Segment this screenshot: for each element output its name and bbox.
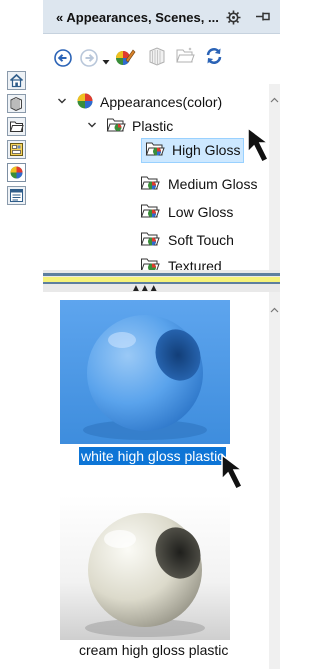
task-pane-title: « Appearances, Scenes, ...: [56, 10, 219, 25]
tree-node-plastic[interactable]: Plastic: [86, 115, 173, 137]
tree-scrollbar[interactable]: [269, 84, 280, 270]
gallery-item-label[interactable]: white high gloss plastic: [79, 447, 227, 465]
pointer-arrow-icon: [221, 453, 245, 491]
dropdown-triangle-icon[interactable]: [102, 54, 110, 69]
tree-node-label: Low Gloss: [168, 204, 234, 220]
file-explorer-tab[interactable]: [7, 117, 26, 136]
scroll-up-icon[interactable]: [269, 94, 280, 105]
appearances-tab[interactable]: [7, 163, 26, 182]
view-palette-icon: [10, 143, 23, 156]
open-folder-icon[interactable]: [175, 47, 195, 68]
tree-node-selection: High Gloss: [141, 137, 245, 163]
folder-icon: [140, 230, 162, 251]
refresh-icon[interactable]: [204, 46, 224, 69]
folder-icon: [145, 140, 167, 161]
tree-node-label: Medium Gloss: [168, 176, 258, 192]
splitter-line: [43, 282, 280, 284]
gallery-item-label[interactable]: cream high gloss plastic: [79, 642, 228, 658]
edit-appearance-icon[interactable]: [114, 46, 136, 71]
home-icon: [9, 73, 24, 88]
gallery-scrollbar[interactable]: [269, 292, 280, 669]
tree-node-label: Textured: [168, 258, 222, 270]
appearances-task-pane: « Appearances, Scenes, ... Appearances(c…: [43, 0, 280, 669]
folder-icon: [9, 121, 24, 132]
design-library-tab[interactable]: [7, 94, 26, 113]
cream-high-gloss-plastic-thumbnail[interactable]: [60, 495, 230, 640]
task-pane-title-bar: « Appearances, Scenes, ...: [43, 0, 280, 34]
chevron-down-icon[interactable]: [86, 120, 98, 133]
home-tab[interactable]: [7, 71, 26, 90]
tree-node-high-gloss[interactable]: High Gloss: [136, 137, 245, 163]
gear-icon[interactable]: [226, 10, 241, 28]
tree-node-label: Soft Touch: [168, 232, 234, 248]
appearances-icon: [76, 92, 94, 113]
gallery-item-cream-high-gloss[interactable]: [60, 495, 230, 640]
add-file-location-icon[interactable]: [147, 46, 167, 69]
tree-node-soft-touch[interactable]: Soft Touch: [140, 229, 234, 251]
splitter-line: [43, 273, 280, 276]
folder-icon: [140, 174, 162, 195]
task-pane-toolbar: [43, 34, 280, 84]
tree-node-label: High Gloss: [172, 142, 241, 158]
pin-icon[interactable]: [255, 9, 273, 27]
tree-node-medium-gloss[interactable]: Medium Gloss: [140, 173, 257, 195]
forward-arrow-icon[interactable]: [79, 48, 99, 71]
tree-node-label: Appearances(color): [100, 94, 223, 110]
tree-node-textured[interactable]: Textured: [140, 255, 222, 270]
custom-properties-tab[interactable]: [7, 186, 26, 205]
view-palette-tab[interactable]: [7, 140, 26, 159]
tree-node-low-gloss[interactable]: Low Gloss: [140, 201, 233, 223]
task-pane-tab-strip: [0, 0, 43, 669]
library-icon: [10, 96, 22, 111]
task-pane-tabs: [7, 71, 28, 209]
appearances-icon: [10, 166, 23, 179]
gallery-item-white-high-gloss[interactable]: [60, 300, 230, 444]
scroll-up-icon[interactable]: [269, 304, 280, 315]
back-arrow-icon[interactable]: [53, 48, 73, 71]
pointer-arrow-icon: [247, 126, 271, 164]
chevron-down-icon[interactable]: [56, 96, 68, 109]
folder-icon: [140, 202, 162, 223]
appearances-tree: Appearances(color) Plastic High Gloss Me…: [43, 84, 269, 270]
custom-properties-icon: [10, 189, 23, 202]
tree-node-root[interactable]: Appearances(color): [56, 91, 222, 113]
folder-icon: [140, 256, 162, 270]
folder-icon: [106, 116, 126, 137]
pane-splitter[interactable]: ▲▲▲: [43, 270, 280, 294]
white-high-gloss-plastic-thumbnail[interactable]: [60, 300, 230, 444]
tree-node-label: Plastic: [132, 118, 174, 134]
